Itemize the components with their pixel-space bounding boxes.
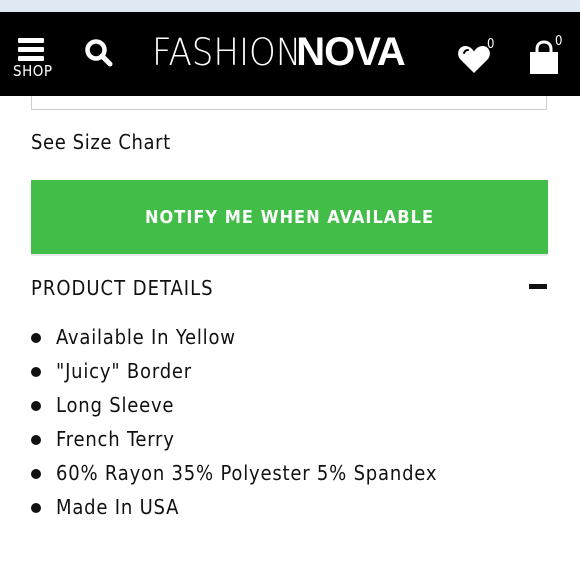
wishlist-count: 0: [487, 37, 495, 52]
detail-text: French Terry: [56, 427, 175, 451]
list-item: Made In USA: [31, 494, 437, 528]
search-button[interactable]: [84, 38, 114, 68]
bullet-icon: [31, 401, 41, 411]
menu-icon: [18, 38, 44, 61]
detail-text: "Juicy" Border: [56, 359, 192, 383]
list-item: "Juicy" Border: [31, 358, 437, 392]
bullet-icon: [31, 367, 41, 377]
size-chart-link[interactable]: See Size Chart: [31, 130, 171, 154]
detail-text: Long Sleeve: [56, 393, 175, 417]
collapse-minus-icon[interactable]: [529, 284, 547, 289]
logo-bold-text: NOVA: [296, 30, 406, 74]
shop-label: SHOP: [13, 62, 53, 80]
fashion-nova-logo[interactable]: FASHIONNOVA: [152, 30, 406, 74]
bullet-icon: [31, 469, 41, 479]
list-item: 60% Rayon 35% Polyester 5% Spandex: [31, 460, 437, 494]
heart-icon: [458, 46, 490, 73]
bullet-icon: [31, 333, 41, 343]
list-item: Available In Yellow: [31, 324, 437, 358]
list-item: Long Sleeve: [31, 392, 437, 426]
bullet-icon: [31, 435, 41, 445]
product-details-heading[interactable]: PRODUCT DETAILS: [31, 276, 214, 300]
search-icon: [85, 39, 113, 67]
product-details-list: Available In Yellow "Juicy" Border Long …: [31, 324, 437, 528]
notify-me-button[interactable]: NOTIFY ME WHEN AVAILABLE: [31, 180, 548, 254]
site-header: SHOP FASHIONNOVA 0 0: [0, 12, 580, 96]
detail-text: 60% Rayon 35% Polyester 5% Spandex: [56, 461, 438, 485]
logo-light-text: FASHION: [152, 31, 302, 74]
cart-button[interactable]: 0: [528, 34, 568, 80]
button-shadow: [31, 254, 548, 256]
shop-menu-button[interactable]: SHOP: [10, 36, 52, 86]
list-item: French Terry: [31, 426, 437, 460]
cart-count: 0: [555, 34, 563, 49]
size-select-box[interactable]: [31, 96, 547, 110]
detail-text: Available In Yellow: [56, 325, 236, 349]
browser-top-strip: [0, 0, 580, 12]
wishlist-button[interactable]: 0: [457, 37, 497, 79]
detail-text: Made In USA: [56, 495, 180, 519]
bullet-icon: [31, 503, 41, 513]
